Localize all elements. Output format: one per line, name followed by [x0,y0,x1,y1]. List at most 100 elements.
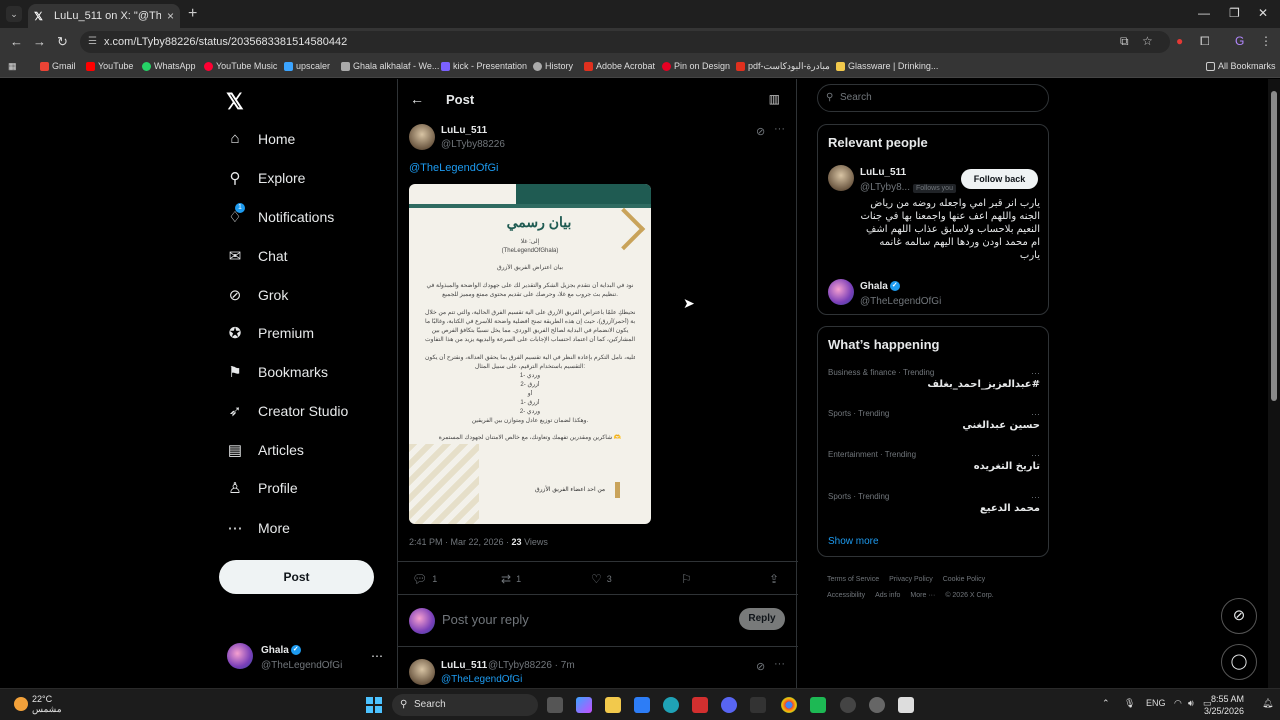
start-button[interactable] [366,697,382,713]
weather-widget[interactable]: 22°C مشمس [14,694,62,714]
forward-icon[interactable]: → [33,34,46,49]
follow-back-button[interactable]: Follow back [961,169,1038,189]
avatar[interactable] [409,124,435,150]
close-tab-icon[interactable]: × [167,9,174,23]
chat-fab-icon[interactable]: ◯ [1221,644,1257,680]
app-green-icon[interactable] [810,697,826,713]
all-bookmarks[interactable]: All Bookmarks [1206,61,1276,71]
store-icon[interactable] [634,697,650,713]
grok-fab-icon[interactable]: ⊘ [1221,598,1257,634]
capcut-icon[interactable] [750,697,766,713]
sidebar-item-home[interactable]: ⌂ Home [226,130,295,147]
bookmark-gmail[interactable]: Gmail [40,61,76,71]
reply-author-handle[interactable]: @LTyby88226 · 7m [488,660,575,671]
share-action[interactable]: ⇪ [769,572,779,586]
task-view-icon[interactable] [547,697,563,713]
window-close-icon[interactable]: ✕ [1258,6,1268,20]
bookmark-kick[interactable]: kick - Presentation [441,61,527,71]
chrome-icon[interactable] [781,697,797,713]
tweet-image[interactable]: بيان رسمي إلى: غلا (TheLegendOfGhala) بي… [409,184,651,524]
person2-name-row[interactable]: Ghala ✓ [860,281,900,292]
extensions-puzzle-icon[interactable]: ⧠ [1200,34,1210,49]
privacy-link[interactable]: Privacy Policy [889,576,933,583]
back-icon[interactable]: ← [10,34,23,49]
page-scrollbar[interactable] [1268,79,1280,688]
minimize-icon[interactable]: — [1198,6,1210,20]
notifications-bell-icon[interactable]: 🔔︎ [1262,698,1273,709]
reload-icon[interactable]: ↻ [57,34,68,50]
avatar[interactable] [409,659,435,685]
settings-icon[interactable] [869,697,885,713]
sidebar-item-chat[interactable]: ✉ Chat [226,247,288,265]
person-handle[interactable]: @LTyby8... Follows you [860,182,956,193]
sidebar-item-articles[interactable]: ▤ Articles [226,441,304,459]
url-field[interactable]: ☰ x.com/LTyby88226/status/20356833815145… [80,31,1170,53]
avatar[interactable] [828,165,854,191]
app-circle-icon[interactable] [840,697,856,713]
edge-icon[interactable] [663,697,679,713]
language-indicator[interactable]: ENG [1146,698,1166,708]
bookmark-star-icon[interactable]: ☆ [1142,34,1153,48]
bookmark-pin[interactable]: Pin on Design [662,61,730,71]
bookmark-youtube[interactable]: YouTube [86,61,133,71]
search-input[interactable]: ⚲ Search [817,84,1049,112]
trend-item[interactable]: Sports · Trending ··· حسين عبدالغني [828,409,1040,431]
tweet-author-handle[interactable]: @LTyby88226 [441,139,505,150]
tray-chevron-icon[interactable]: ⌃ [1102,698,1110,709]
trend-item[interactable]: Business & finance · Trending ··· #عبدالعز… [828,368,1040,390]
wifi-icon[interactable]: ◠ [1174,698,1182,709]
ads-link[interactable]: Ads info [875,592,900,599]
reply-button[interactable]: Reply [739,608,785,630]
bookmark-upscaler[interactable]: upscaler [284,61,330,71]
notepad-icon[interactable] [898,697,914,713]
trend-item[interactable]: Entertainment · Trending ··· تاريخ التغريد… [828,450,1040,472]
tweet-more-icon[interactable]: ··· [774,123,785,135]
bookmark-ghala[interactable]: Ghala alkhalaf - We... [341,61,439,71]
apps-grid-icon[interactable]: ▦ [8,61,17,72]
terms-link[interactable]: Terms of Service [827,576,879,583]
grok-explain-icon[interactable]: ⊘ [756,125,765,138]
file-explorer-icon[interactable] [605,697,621,713]
tweet-mention[interactable]: @TheLegendOfGi [409,162,498,174]
tab-search-icon[interactable]: ⌄ [6,6,22,22]
sidebar-item-premium[interactable]: ✪ Premium [226,324,314,342]
accessibility-link[interactable]: Accessibility [827,592,865,599]
sidebar-item-more[interactable]: ⋯ More [226,519,290,537]
post-button[interactable]: Post [219,560,374,594]
more-link[interactable]: More ··· [910,592,935,599]
back-arrow-icon[interactable]: ← [410,91,424,107]
extension-icon[interactable]: ● [1176,34,1183,48]
restore-icon[interactable]: ❐ [1229,6,1240,20]
sidebar-item-grok[interactable]: ⊘ Grok [226,286,289,304]
browser-tab[interactable]: 𝕏 LuLu_511 on X: "@TheLegendO... × [28,4,180,28]
microphone-icon[interactable]: 🎙︎ [1124,698,1135,709]
account-more-icon[interactable]: ⋯ [371,649,383,663]
account-switcher[interactable]: Ghala ✓ @TheLegendOfGi ⋯ [227,643,387,673]
taskbar-search[interactable]: ⚲ Search [392,694,538,716]
x-logo-icon[interactable]: 𝕏 [226,89,244,115]
sidebar-item-creator-studio[interactable]: ➶ Creator Studio [226,402,349,420]
reader-mode-icon[interactable]: ▥ [769,92,780,106]
cookie-link[interactable]: Cookie Policy [943,576,985,583]
person-name[interactable]: LuLu_511 [860,167,906,178]
scrollbar-thumb[interactable] [1271,91,1277,401]
bookmark-action[interactable]: ⚐ [681,572,692,586]
site-info-icon[interactable]: ☰ [88,31,97,53]
bookmark-history[interactable]: History [533,61,573,71]
chrome-menu-icon[interactable]: ⋮ [1260,34,1272,48]
copilot-icon[interactable] [576,697,592,713]
sidebar-item-bookmarks[interactable]: ⚑ Bookmarks [226,363,328,381]
tweet-author-name[interactable]: LuLu_511 [441,125,487,136]
repost-action[interactable]: ⇄ 1 [501,572,521,586]
person-handle[interactable]: @TheLegendOfGi [860,296,941,307]
bookmark-youtube-music[interactable]: YouTube Music [204,61,277,71]
reply-input[interactable]: Post your reply [442,612,529,627]
grok-explain-icon[interactable]: ⊘ [756,660,765,673]
app-icon[interactable] [692,697,708,713]
new-tab-icon[interactable]: + [188,5,197,23]
discord-icon[interactable] [721,697,737,713]
bookmark-glassware[interactable]: Glassware | Drinking... [836,61,938,71]
bookmark-whatsapp[interactable]: WhatsApp [142,61,196,71]
show-more-link[interactable]: Show more [828,536,879,547]
avatar[interactable] [828,279,854,305]
